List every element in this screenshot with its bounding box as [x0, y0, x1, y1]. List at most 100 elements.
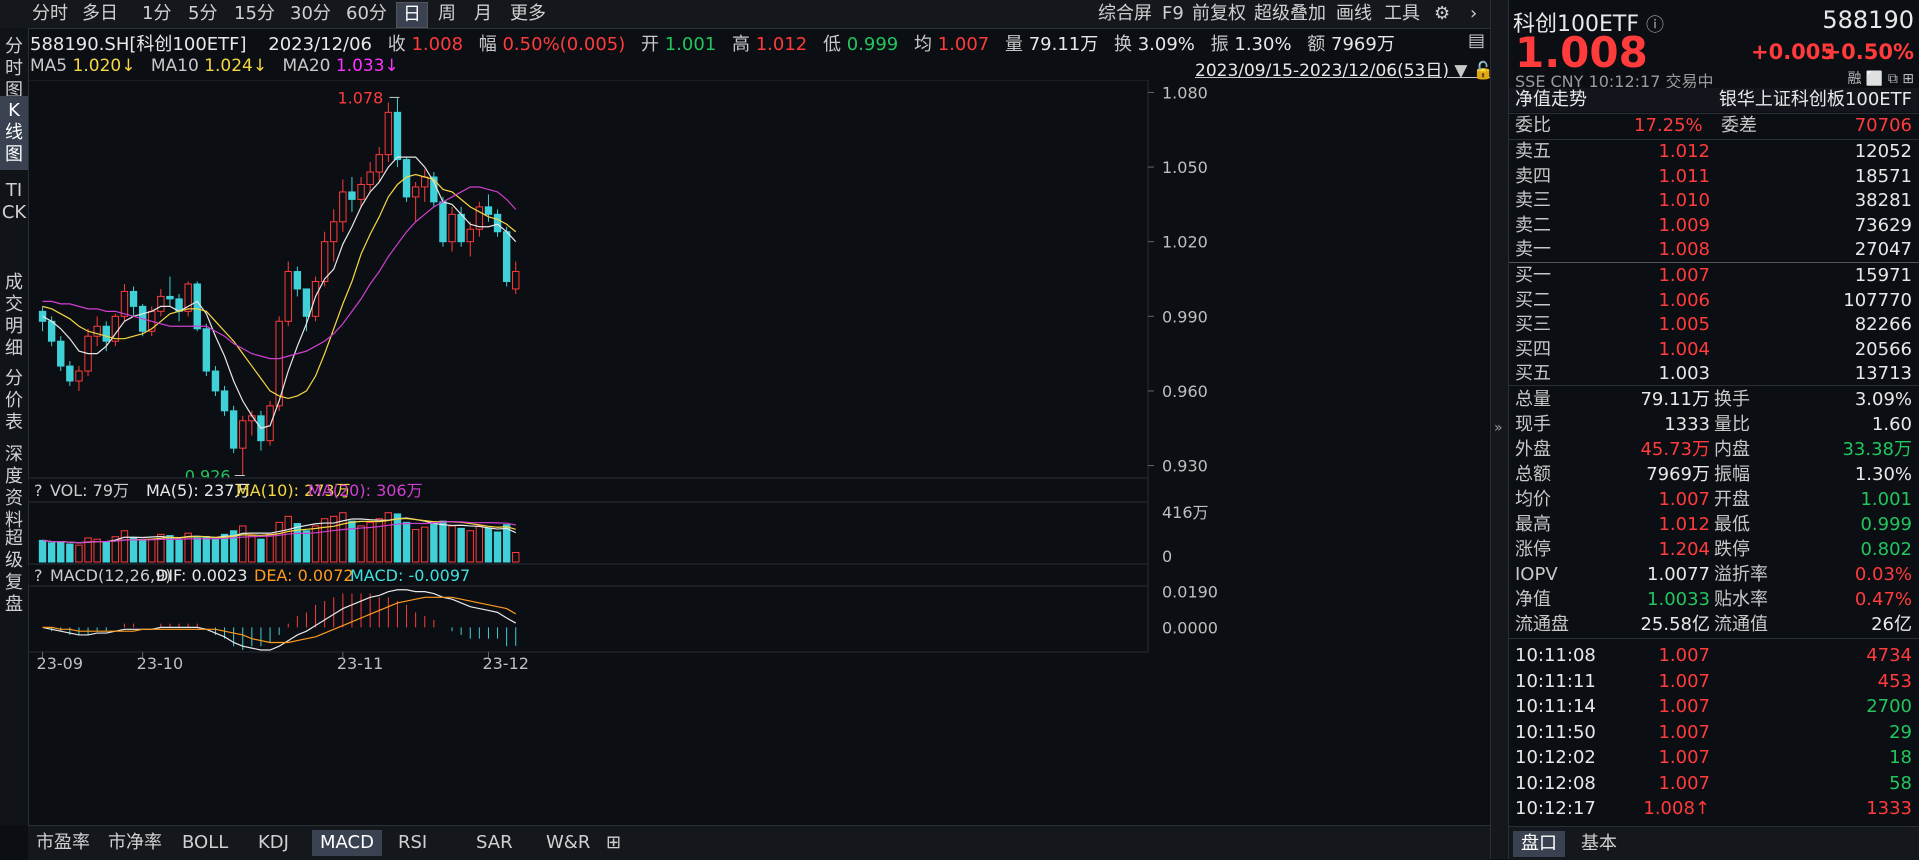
tick-row: 10:11:14 1.007 2700 — [1509, 695, 1919, 719]
view-tab-4[interactable]: 分价表 — [0, 364, 28, 438]
macd-header-text: MACD(12,26,9) — [50, 566, 172, 585]
indicator-tab-7[interactable]: W&R — [538, 830, 598, 856]
candle-body — [512, 271, 520, 290]
price-change: +0.005 — [1751, 40, 1836, 64]
vol-header-text: MA(20): 306万 — [308, 481, 423, 500]
panel-splitter[interactable]: » — [1490, 0, 1509, 859]
indicator-tab-2[interactable]: BOLL — [174, 830, 236, 856]
period-tab-2[interactable]: 1分 — [136, 2, 177, 26]
period-tab-10[interactable]: 更多 — [504, 2, 552, 26]
period-tab-5[interactable]: 30分 — [284, 2, 337, 26]
overlay-button[interactable]: 超级叠加 — [1254, 2, 1326, 26]
turnover-label: 换 — [1113, 34, 1132, 55]
f9-button[interactable]: F9 — [1162, 2, 1184, 26]
candle-body — [375, 154, 383, 173]
stat-row: 均价 1.007 开盘 1.001 — [1509, 488, 1919, 512]
volume-bar — [102, 541, 110, 563]
bid-volume: 15971 — [1854, 265, 1912, 286]
tools-button[interactable]: 工具 — [1384, 2, 1420, 26]
stat-label: 涨停 — [1515, 539, 1551, 560]
ma20-value: 1.033↓ — [335, 56, 399, 76]
panel-toggle-icon[interactable]: ▤ — [1468, 30, 1485, 51]
view-tab-1[interactable]: K线图 — [0, 96, 28, 170]
ma20-label: MA20 — [282, 56, 331, 76]
plus-icon[interactable]: ⊞ — [1902, 71, 1914, 87]
indicator-tab-4[interactable]: MACD — [312, 830, 382, 856]
stat-value: 1.007 — [1658, 489, 1710, 510]
tab-basic[interactable]: 基本 — [1573, 831, 1625, 857]
view-tab-5[interactable]: 深度资料 — [0, 440, 28, 536]
bid-price: 1.005 — [1658, 314, 1710, 335]
volume-bar — [502, 524, 511, 563]
date-range-selector[interactable]: 2023/09/15-2023/12/06(53日) ▼ 🔓 — [1195, 56, 1494, 81]
open-value: 1.001 — [664, 34, 717, 55]
volume-bar — [248, 535, 256, 563]
nav-trend-link[interactable]: 净值走势 — [1515, 88, 1587, 112]
period-tab-4[interactable]: 15分 — [228, 2, 281, 26]
view-sidebar: 分时图 K线图 TICK 成交明细 分价表 深度资料 超级复盘 — [0, 28, 29, 825]
stat-value: 79.11万 — [1640, 389, 1710, 410]
candle-body — [202, 328, 211, 372]
window-icon[interactable]: ⬜ — [1866, 71, 1883, 87]
period-tab-7[interactable]: 日 — [396, 2, 428, 28]
volume-bar — [320, 518, 329, 563]
tick-time: 10:11:50 — [1515, 721, 1596, 743]
ask-label: 卖一 — [1515, 239, 1551, 260]
period-tab-8[interactable]: 周 — [432, 2, 462, 26]
stat-label: 总量 — [1515, 389, 1551, 410]
stat-value: 0.999 — [1860, 514, 1912, 535]
tick-row: 10:11:08 1.007 4734 — [1509, 644, 1919, 668]
adjust-price-button[interactable]: 前复权 — [1192, 2, 1246, 26]
view-tab-6[interactable]: 超级复盘 — [0, 524, 28, 620]
period-tab-1[interactable]: 多日 — [76, 2, 124, 26]
indicator-tab-3[interactable]: KDJ — [250, 830, 297, 856]
price-panel-frame — [28, 80, 1149, 479]
chevron-right-icon[interactable]: › — [1470, 2, 1477, 26]
stat-value: 1.0033 — [1647, 589, 1710, 610]
ask-volume: 12052 — [1854, 141, 1912, 162]
stat-label: 贴水率 — [1714, 589, 1768, 610]
order-ratio-value: 17.25% — [1634, 115, 1703, 136]
vol-header-text: VOL: 79万 — [50, 481, 129, 500]
period-tab-3[interactable]: 5分 — [182, 2, 223, 26]
indicator-tab-5[interactable]: RSI — [390, 830, 435, 856]
vol-axis-label: 416万 — [1162, 503, 1209, 522]
composite-screen-button[interactable]: 综合屏 — [1098, 2, 1152, 26]
indicator-tab-1[interactable]: 市净率 — [100, 830, 170, 856]
view-tab-2[interactable]: TICK — [0, 176, 28, 228]
stat-label: IOPV — [1515, 564, 1558, 585]
indicator-tab-6[interactable]: SAR — [468, 830, 521, 856]
kline-chart[interactable]: 1.0801.0501.0200.9900.9600.9301.0780.926… — [28, 80, 1490, 825]
ask-price: 1.010 — [1658, 190, 1710, 211]
bid-label: 买二 — [1515, 289, 1551, 311]
view-tab-0[interactable]: 分时图 — [0, 32, 28, 106]
info-icon[interactable]: ⓘ — [1646, 15, 1664, 36]
indicator-tab-0[interactable]: 市盈率 — [28, 830, 98, 856]
period-tab-0[interactable]: 分时 — [26, 2, 74, 26]
period-tab-9[interactable]: 月 — [468, 2, 498, 26]
gear-icon[interactable]: ⚙ — [1434, 2, 1450, 26]
draw-line-button[interactable]: 画线 — [1336, 2, 1372, 26]
view-tab-3[interactable]: 成交明细 — [0, 268, 28, 364]
date-axis-label: 23-09 — [37, 654, 84, 673]
candle-body — [366, 171, 374, 185]
stat-value: 1.0077 — [1647, 564, 1710, 585]
popout-icon[interactable]: ⧉ — [1888, 71, 1898, 87]
date-axis-label: 23-11 — [337, 654, 384, 673]
expand-icon[interactable]: » — [1494, 420, 1503, 436]
candle-body — [157, 295, 165, 312]
candle-body — [457, 213, 465, 243]
price-change-pct: +0.50% — [1823, 40, 1914, 64]
volume-bar — [448, 525, 456, 563]
add-indicator-icon[interactable]: ⊞ — [598, 830, 629, 856]
volume-bar — [266, 533, 274, 563]
tick-volume: 2700 — [1866, 696, 1912, 717]
ask-label: 卖五 — [1515, 141, 1551, 162]
period-tab-6[interactable]: 60分 — [340, 2, 393, 26]
tab-orderbook[interactable]: 盘口 — [1513, 831, 1565, 857]
panel-tabbar: 盘口 基本 — [1509, 826, 1919, 860]
stat-label: 最高 — [1515, 514, 1551, 535]
date-axis-label: 23-12 — [482, 654, 529, 673]
change-value: 0.50%(0.005) — [502, 34, 626, 55]
candle-body — [120, 290, 129, 317]
